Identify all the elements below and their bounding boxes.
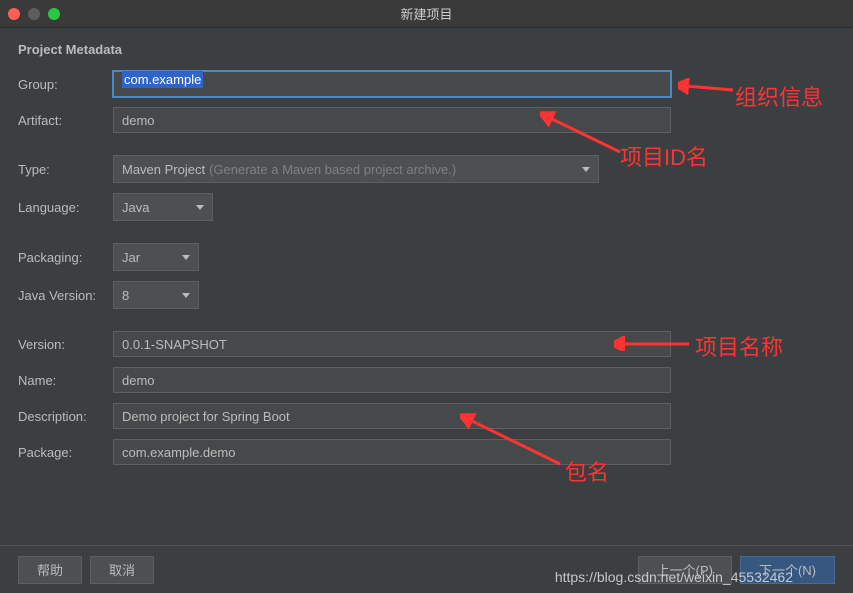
package-row: Package: [18, 439, 835, 465]
package-input[interactable] [113, 439, 671, 465]
artifact-label: Artifact: [18, 113, 113, 128]
java-version-row: Java Version: 8 [18, 281, 835, 309]
window-title: 新建项目 [400, 4, 452, 23]
type-row: Type: Maven Project (Generate a Maven ba… [18, 155, 835, 183]
type-dropdown[interactable]: Maven Project (Generate a Maven based pr… [113, 155, 599, 183]
chevron-down-icon [196, 205, 204, 210]
description-input[interactable] [113, 403, 671, 429]
packaging-row: Packaging: Jar [18, 243, 835, 271]
version-input[interactable] [113, 331, 671, 357]
group-row: Group: com.example [18, 71, 835, 97]
version-row: Version: [18, 331, 835, 357]
maximize-button[interactable] [48, 8, 60, 20]
close-button[interactable] [8, 8, 20, 20]
type-value: Maven Project [122, 162, 205, 177]
packaging-label: Packaging: [18, 250, 113, 265]
name-label: Name: [18, 373, 113, 388]
artifact-input[interactable] [113, 107, 671, 133]
titlebar: 新建项目 [0, 0, 853, 28]
section-header: Project Metadata [18, 42, 835, 57]
java-version-label: Java Version: [18, 288, 113, 303]
version-label: Version: [18, 337, 113, 352]
chevron-down-icon [582, 167, 590, 172]
name-input[interactable] [113, 367, 671, 393]
language-label: Language: [18, 200, 113, 215]
chevron-down-icon [182, 255, 190, 260]
type-label: Type: [18, 162, 113, 177]
java-version-dropdown[interactable]: 8 [113, 281, 199, 309]
language-row: Language: Java [18, 193, 835, 221]
group-input[interactable]: com.example [113, 71, 671, 97]
type-hint: (Generate a Maven based project archive.… [209, 162, 456, 177]
traffic-lights [8, 8, 60, 20]
watermark: https://blog.csdn.net/weixin_45532462 [555, 569, 793, 585]
language-value: Java [122, 200, 149, 215]
description-label: Description: [18, 409, 113, 424]
chevron-down-icon [182, 293, 190, 298]
package-label: Package: [18, 445, 113, 460]
cancel-button[interactable]: 取消 [90, 556, 154, 584]
name-row: Name: [18, 367, 835, 393]
language-dropdown[interactable]: Java [113, 193, 213, 221]
artifact-row: Artifact: [18, 107, 835, 133]
packaging-dropdown[interactable]: Jar [113, 243, 199, 271]
content-area: Project Metadata Group: com.example Arti… [0, 28, 853, 489]
minimize-button[interactable] [28, 8, 40, 20]
help-button[interactable]: 帮助 [18, 556, 82, 584]
group-input-selection: com.example [122, 71, 203, 88]
group-label: Group: [18, 77, 113, 92]
packaging-value: Jar [122, 250, 140, 265]
java-version-value: 8 [122, 288, 129, 303]
description-row: Description: [18, 403, 835, 429]
